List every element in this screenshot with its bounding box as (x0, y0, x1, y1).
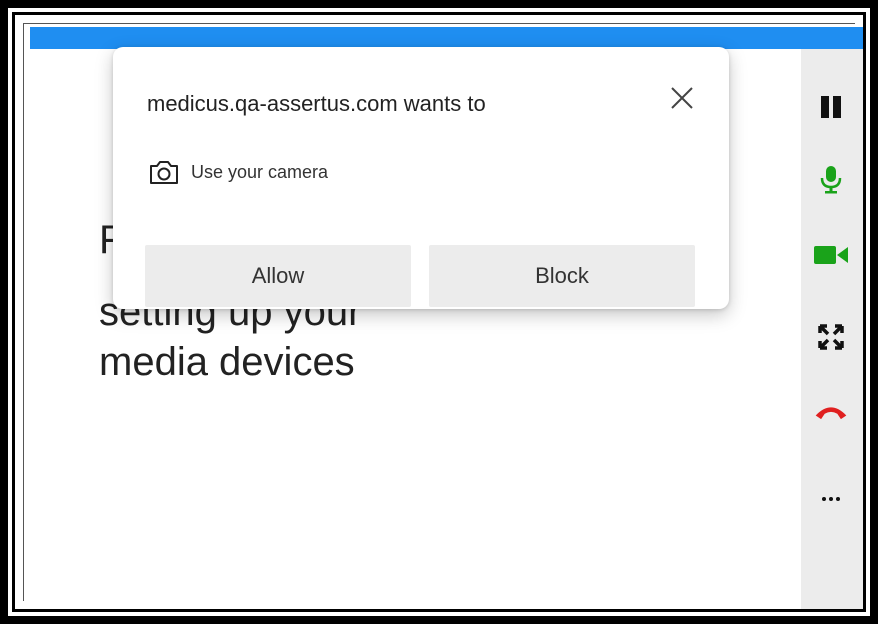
camera-icon (147, 155, 181, 189)
fullscreen-button[interactable] (813, 319, 849, 355)
video-camera-button[interactable] (813, 237, 849, 273)
top-bar (30, 27, 863, 49)
allow-button[interactable]: Allow (145, 245, 411, 307)
microphone-icon (820, 166, 842, 194)
video-camera-icon (814, 246, 848, 264)
permission-label: Use your camera (191, 161, 329, 182)
close-button[interactable] (665, 81, 699, 115)
hang-up-icon (815, 407, 847, 420)
app-viewport: F setting up your media devices medicus.… (12, 12, 866, 612)
block-button[interactable]: Block (429, 245, 695, 307)
close-icon (671, 87, 693, 109)
camera-permission-popup: medicus.qa-assertus.com wants to Use you… (113, 47, 729, 309)
permission-popup-title: medicus.qa-assertus.com wants to (147, 91, 486, 116)
more-icon (822, 497, 840, 501)
pause-button[interactable] (813, 89, 849, 125)
page-heading-line-3: media devices (99, 340, 355, 384)
more-button[interactable] (813, 481, 849, 517)
hang-up-button[interactable] (813, 393, 849, 429)
fullscreen-icon (818, 324, 844, 350)
microphone-button[interactable] (813, 161, 849, 197)
pause-icon (821, 96, 841, 118)
permission-row: Use your camera (147, 155, 328, 189)
call-controls-rail (801, 49, 863, 609)
